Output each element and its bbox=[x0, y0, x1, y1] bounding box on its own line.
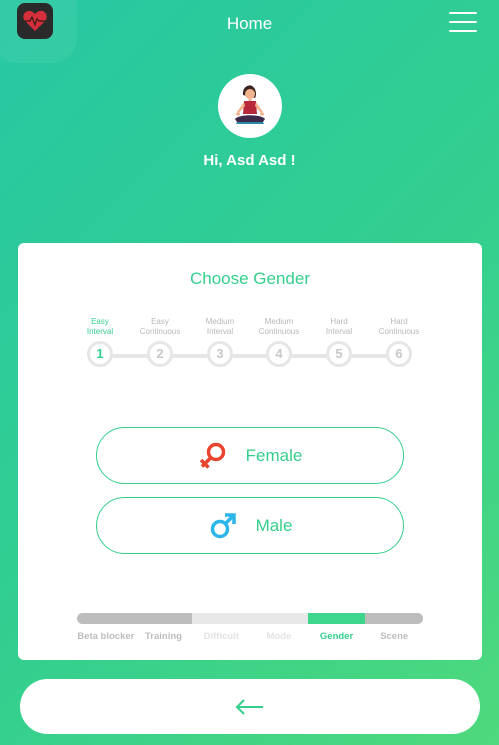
step-label-4b: Continuous bbox=[258, 327, 300, 336]
female-symbol-icon bbox=[198, 441, 228, 471]
female-button[interactable]: Female bbox=[96, 427, 404, 484]
step-4[interactable]: Medium Continuous 4 bbox=[249, 317, 309, 367]
progress-seg-training bbox=[134, 613, 193, 624]
progress-label-difficult: Difficult bbox=[203, 631, 239, 642]
progress-seg-mode bbox=[250, 613, 308, 624]
step-number-2: 2 bbox=[147, 341, 173, 367]
yoga-person-icon bbox=[235, 85, 265, 124]
male-label: Male bbox=[255, 515, 293, 535]
arrow-left-icon bbox=[235, 698, 263, 715]
progress-bar bbox=[77, 613, 423, 624]
step-number-6: 6 bbox=[386, 341, 412, 367]
step-label-2a: Easy bbox=[151, 317, 169, 326]
progress-seg-gender bbox=[307, 613, 366, 624]
progress-label-scene: Scene bbox=[380, 631, 409, 642]
progress-label-beta-blocker: Beta blocker bbox=[77, 631, 135, 642]
progress-label-gender: Gender bbox=[319, 631, 354, 642]
step-label-3a: Medium bbox=[205, 317, 235, 326]
step-2[interactable]: Easy Continuous 2 bbox=[130, 317, 190, 367]
step-number-3: 3 bbox=[207, 341, 233, 367]
step-label-5b: Interval bbox=[325, 327, 353, 336]
step-number-5: 5 bbox=[326, 341, 352, 367]
step-label-6b: Continuous bbox=[378, 327, 420, 336]
hamburger-menu-icon[interactable] bbox=[449, 10, 477, 34]
back-button[interactable] bbox=[20, 679, 480, 734]
page-title: Home bbox=[226, 14, 273, 33]
male-button[interactable]: Male bbox=[96, 497, 404, 554]
step-label-1b: Interval bbox=[86, 327, 114, 336]
greeting-text: Hi, Asd Asd ! bbox=[203, 152, 296, 169]
female-label: Female bbox=[245, 445, 303, 465]
card-title: Choose Gender bbox=[189, 269, 311, 288]
progress-labels: Beta blocker Training Difficult Mode Gen… bbox=[77, 631, 423, 642]
progress-seg-beta-blocker bbox=[77, 613, 135, 624]
gender-card: Choose Gender Easy Interval 1 Easy Continu… bbox=[18, 243, 482, 660]
step-3[interactable]: Medium Interval 3 bbox=[190, 317, 250, 367]
progress-label-mode: Mode bbox=[266, 631, 292, 642]
step-6[interactable]: Hard Continuous 6 bbox=[369, 317, 429, 367]
step-number-4: 4 bbox=[266, 341, 292, 367]
step-number-1: 1 bbox=[87, 341, 113, 367]
male-symbol-icon bbox=[208, 511, 238, 541]
progress-seg-difficult bbox=[192, 613, 251, 624]
progress-seg-scene bbox=[365, 613, 423, 624]
setup-progress: Beta blocker Training Difficult Mode Gen… bbox=[77, 613, 423, 642]
step-1[interactable]: Easy Interval 1 bbox=[70, 317, 130, 367]
difficulty-stepper: Easy Interval 1 Easy Continuous 2 Medium In… bbox=[86, 317, 419, 377]
step-label-3b: Interval bbox=[206, 327, 234, 336]
step-label-4a: Medium bbox=[264, 317, 294, 326]
step-5[interactable]: Hard Interval 5 bbox=[309, 317, 369, 367]
step-label-1a: Easy bbox=[91, 317, 109, 326]
step-label-2b: Continuous bbox=[139, 327, 181, 336]
progress-label-training: Training bbox=[145, 631, 182, 642]
step-label-6a: Hard bbox=[390, 317, 408, 326]
step-label-5a: Hard bbox=[330, 317, 348, 326]
avatar bbox=[218, 74, 282, 138]
